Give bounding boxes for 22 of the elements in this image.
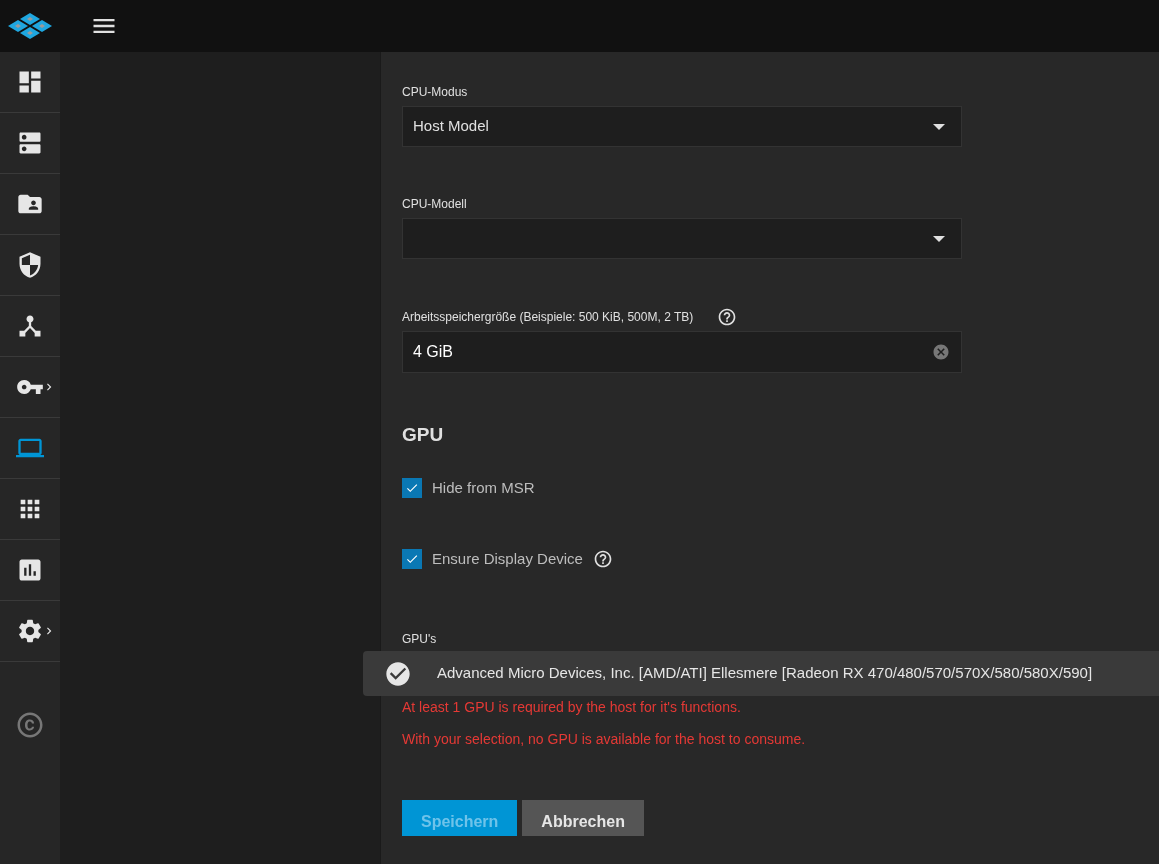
section-heading: GPU (402, 423, 445, 447)
memory-input[interactable]: 4 GiB (402, 331, 962, 373)
field-label: CPU-Modell (402, 197, 468, 212)
clear-icon[interactable] (932, 343, 950, 361)
cancel-button[interactable]: Abbrechen (522, 800, 644, 836)
field-label: Arbeitsspeichergröße (Beispiele: 500 KiB, 500M, 2 TB) (402, 309, 694, 325)
dropdown-caret-icon (933, 235, 945, 242)
error-message: At least 1 GPU is required by the host for it's functions. (402, 698, 742, 716)
gpu-option[interactable]: Advanced Micro Devices, Inc. [AMD/ATI] Ellesmere [Radeon RX 470/480/570/570X/580/580X/590] (363, 651, 1159, 696)
dropdown-caret-icon (933, 123, 945, 130)
checkbox-label: Ensure Display Device (432, 548, 583, 569)
copyright-icon (15, 710, 45, 740)
field-label: CPU-Modus (402, 85, 469, 100)
error-message: With your selection, no GPU is available for the host to consume. (402, 730, 807, 748)
help-icon[interactable] (592, 548, 613, 569)
cpu-mode-select[interactable]: Host Model (402, 106, 962, 147)
checkbox[interactable] (402, 548, 422, 569)
help-icon[interactable] (717, 307, 738, 327)
checkbox[interactable] (402, 478, 422, 499)
checkbox-label: Hide from MSR (432, 478, 535, 498)
settings-icon (16, 617, 44, 645)
field-label: GPU's (402, 632, 438, 647)
